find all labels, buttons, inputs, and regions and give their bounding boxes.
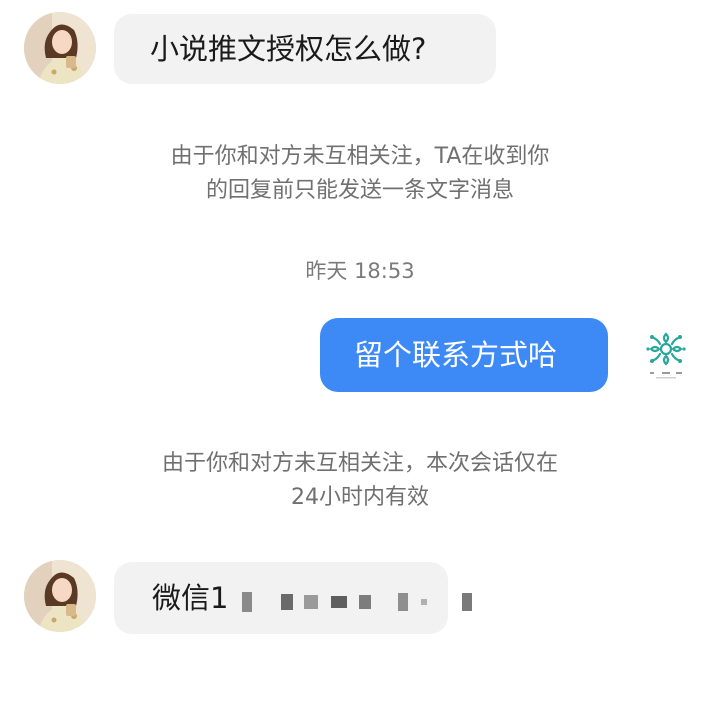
incoming-message-text: 小说推文授权怎么做? xyxy=(150,32,427,66)
self-avatar[interactable] xyxy=(640,328,692,388)
system-notice-session: 由于你和对方未互相关注，本次会话仅在 24小时内有效 xyxy=(0,447,720,515)
message-timestamp: 昨天 18:53 xyxy=(305,259,415,283)
peer-avatar[interactable] xyxy=(24,560,96,632)
peer-avatar[interactable] xyxy=(24,12,96,84)
system-notice-follow: 由于你和对方未互相关注，TA在收到你 的回复前只能发送一条文字消息 xyxy=(0,140,720,208)
outgoing-message-text: 留个联系方式哈 xyxy=(354,338,558,372)
incoming-message-bubble[interactable]: 微信1 xyxy=(114,562,473,634)
system-notice-line: 由于你和对方未互相关注，TA在收到你 xyxy=(170,144,550,169)
system-notice-line: 24小时内有效 xyxy=(291,485,429,510)
avatar-photo-icon xyxy=(24,12,96,84)
system-notice-line: 的回复前只能发送一条文字消息 xyxy=(205,178,514,203)
avatar-photo-icon xyxy=(24,560,96,632)
wechat-id-text: 微信1 xyxy=(152,581,229,615)
incoming-message-bubble[interactable]: 小说推文授权怎么做? xyxy=(114,14,496,84)
system-notice-line: 由于你和对方未互相关注，本次会话仅在 xyxy=(161,451,558,476)
pixelated-redaction xyxy=(241,580,473,620)
watermark-logo-icon xyxy=(640,328,692,388)
outgoing-message-bubble[interactable]: 留个联系方式哈 xyxy=(320,318,608,392)
